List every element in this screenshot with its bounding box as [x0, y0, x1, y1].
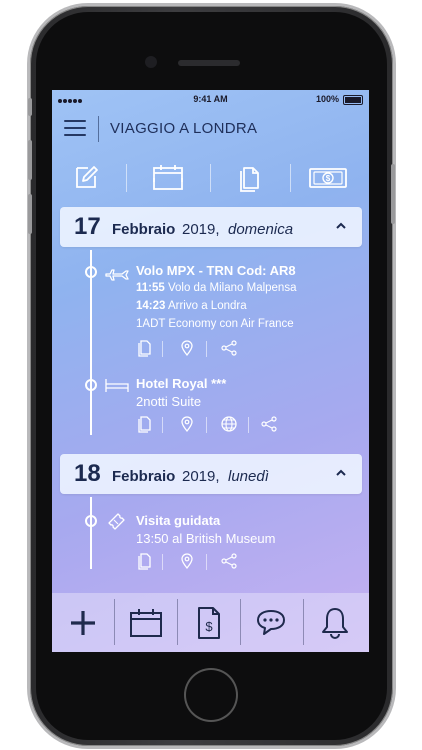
money-button[interactable]: $ [308, 160, 348, 194]
battery-icon [343, 95, 363, 105]
globe-icon[interactable] [220, 415, 238, 433]
action-divider [248, 417, 249, 433]
event-subtitle: 13:50 al British Museum [136, 531, 276, 546]
map-pin-icon[interactable] [178, 552, 196, 570]
action-divider [162, 417, 163, 433]
event-detail: 11:55 Volo da Milano Malpensa [136, 282, 296, 294]
calendar-icon [153, 165, 183, 190]
front-camera [145, 56, 157, 68]
day-month: Febbraio [112, 468, 176, 485]
status-bar: 9:41 AM 100% [52, 90, 369, 110]
day-number: 18 [74, 460, 101, 487]
action-divider [206, 417, 207, 433]
edit-icon [76, 166, 98, 188]
action-divider [206, 554, 207, 570]
calendar-nav-button[interactable] [115, 593, 177, 652]
volume-down-button [28, 194, 32, 234]
event-text: Volo da Milano Malpensa [164, 282, 297, 294]
action-divider [206, 341, 207, 357]
documents-button[interactable] [229, 160, 269, 194]
document-icon[interactable] [136, 415, 154, 433]
timeline-dot [85, 379, 97, 391]
day-month: Febbraio [112, 221, 176, 238]
svg-text:$: $ [205, 619, 213, 634]
edit-button[interactable] [66, 160, 106, 194]
chat-icon [257, 609, 285, 635]
day-header-18[interactable]: 18 Febbraio 2019, lunedì [60, 454, 362, 494]
event-title: Hotel Royal *** [136, 376, 227, 391]
event-subtitle: 2notti Suite [136, 394, 202, 409]
app-screen: 9:41 AM 100% VIAGGIO A LONDRA $ 17 Febbr… [52, 90, 369, 652]
timeline-dot [85, 266, 97, 278]
timeline-dot [85, 515, 97, 527]
toolbar-divider [290, 164, 291, 192]
battery-percent: 100% [315, 94, 339, 104]
bottom-nav: $ [52, 593, 369, 652]
documents-icon [240, 167, 259, 192]
mute-switch [28, 98, 32, 116]
day-weekday: lunedì [228, 468, 269, 485]
add-button[interactable] [52, 593, 114, 652]
event-text: Arrivo a Londra [165, 300, 247, 312]
day-number: 17 [74, 213, 101, 240]
calendar-icon [130, 608, 162, 637]
notifications-nav-button[interactable] [304, 593, 366, 652]
toolbar-divider [210, 164, 211, 192]
home-button[interactable] [184, 668, 238, 722]
add-icon [71, 610, 95, 635]
menu-icon[interactable] [64, 120, 86, 138]
event-title: Visita guidata [136, 513, 221, 528]
chevron-up-icon[interactable] [334, 219, 348, 233]
app-header: VIAGGIO A LONDRA [52, 110, 369, 150]
event-time: 14:23 [136, 300, 166, 312]
map-pin-icon[interactable] [178, 339, 196, 357]
day-year: 2019, [182, 468, 220, 485]
event-detail: 14:23 Arrivo a Londra [136, 300, 247, 312]
svg-text:$: $ [326, 174, 331, 183]
header-divider [98, 116, 99, 142]
document-icon[interactable] [136, 552, 154, 570]
action-divider [162, 554, 163, 570]
share-icon[interactable] [260, 415, 278, 433]
calendar-button[interactable] [148, 160, 188, 194]
speaker-grille [178, 60, 240, 66]
day-weekday: domenica [228, 221, 294, 238]
day-year: 2019, [182, 221, 220, 238]
invoice-nav-button[interactable]: $ [178, 593, 240, 652]
event-text: 1ADT Economy con Air France [136, 318, 294, 330]
power-button [391, 164, 395, 224]
volume-up-button [28, 140, 32, 180]
bell-icon [322, 607, 348, 639]
toolbar-divider [126, 164, 127, 192]
invoice-icon: $ [198, 606, 220, 639]
ticket-icon [108, 513, 125, 530]
airplane-icon [105, 269, 129, 281]
chat-nav-button[interactable] [241, 593, 303, 652]
share-icon[interactable] [220, 339, 238, 357]
action-divider [162, 341, 163, 357]
bed-icon [105, 379, 129, 392]
event-time: 11:55 [136, 282, 165, 294]
page-title: VIAGGIO A LONDRA [110, 120, 258, 137]
share-icon[interactable] [220, 552, 238, 570]
toolbar: $ [52, 158, 369, 198]
money-icon: $ [309, 168, 347, 188]
document-icon[interactable] [136, 339, 154, 357]
timeline-line [90, 497, 92, 569]
day-header-17[interactable]: 17 Febbraio 2019, domenica [60, 207, 362, 247]
event-title: Volo MPX - TRN Cod: AR8 [136, 263, 296, 278]
map-pin-icon[interactable] [178, 415, 196, 433]
event-detail: 1ADT Economy con Air France [136, 318, 294, 330]
chevron-up-icon[interactable] [334, 466, 348, 480]
